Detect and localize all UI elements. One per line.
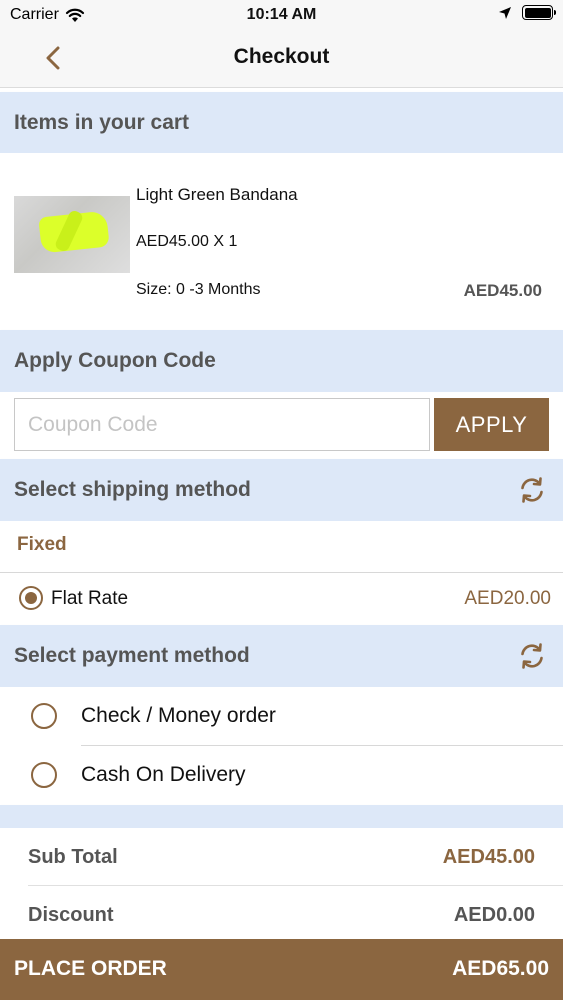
product-line-total: AED45.00 bbox=[463, 281, 542, 300]
navigation-bar: Checkout bbox=[0, 30, 563, 88]
status-bar: Carrier 10:14 AM bbox=[0, 0, 563, 30]
sub-total-value: AED45.00 bbox=[442, 846, 535, 868]
sub-total-row: Sub Total AED45.00 bbox=[0, 828, 563, 886]
product-price-quantity: AED45.00 X 1 bbox=[136, 233, 238, 250]
battery-icon bbox=[522, 5, 556, 20]
place-order-label: PLACE ORDER bbox=[14, 957, 167, 980]
sub-total-label: Sub Total bbox=[28, 846, 118, 868]
summary-section-header bbox=[0, 805, 563, 828]
payment-option-cash-on-delivery[interactable]: Cash On Delivery bbox=[0, 746, 563, 805]
refresh-shipping-icon[interactable] bbox=[517, 475, 547, 505]
shipping-section-header: Select shipping method bbox=[0, 459, 563, 521]
discount-value: AED0.00 bbox=[453, 904, 535, 926]
refresh-payment-icon[interactable] bbox=[517, 641, 547, 671]
discount-row: Discount AED0.00 bbox=[0, 886, 563, 944]
page-title: Checkout bbox=[233, 45, 330, 68]
payment-option-check-money-order[interactable]: Check / Money order bbox=[0, 687, 563, 746]
apply-coupon-button[interactable]: APPLY bbox=[434, 398, 549, 451]
coupon-code-input[interactable] bbox=[14, 398, 430, 451]
product-name: Light Green Bandana bbox=[136, 185, 298, 204]
cart-item: Light Green Bandana AED45.00 X 1 Size: 0… bbox=[0, 153, 563, 330]
radio-unselected-icon[interactable] bbox=[31, 703, 57, 729]
payment-option-name: Cash On Delivery bbox=[81, 763, 246, 786]
payment-section-title: Select payment method bbox=[14, 644, 250, 667]
location-arrow-icon bbox=[499, 6, 511, 19]
place-order-button[interactable]: PLACE ORDER AED65.00 bbox=[0, 939, 563, 1000]
shipping-section-title: Select shipping method bbox=[14, 478, 251, 501]
coupon-section-title: Apply Coupon Code bbox=[14, 349, 216, 372]
payment-option-name: Check / Money order bbox=[81, 704, 276, 727]
order-total-amount: AED65.00 bbox=[452, 957, 549, 980]
shipping-carrier-label: Fixed bbox=[17, 534, 67, 555]
radio-selected-icon[interactable] bbox=[19, 586, 43, 610]
payment-section-header: Select payment method bbox=[0, 625, 563, 687]
radio-unselected-icon[interactable] bbox=[31, 762, 57, 788]
discount-label: Discount bbox=[28, 904, 114, 926]
coupon-area: APPLY bbox=[0, 392, 563, 459]
product-thumbnail[interactable] bbox=[14, 196, 130, 273]
shipping-carrier-group: Fixed bbox=[0, 521, 563, 573]
cart-section-title: Items in your cart bbox=[14, 111, 190, 134]
cart-section-header: Items in your cart bbox=[0, 92, 563, 153]
coupon-section-header: Apply Coupon Code bbox=[0, 330, 563, 392]
shipping-option-flat-rate[interactable]: Flat Rate AED20.00 bbox=[0, 573, 563, 625]
shipping-option-price: AED20.00 bbox=[464, 588, 551, 609]
shipping-option-name: Flat Rate bbox=[51, 588, 129, 609]
status-time: 10:14 AM bbox=[246, 6, 317, 23]
product-size: Size: 0 -3 Months bbox=[136, 281, 261, 298]
